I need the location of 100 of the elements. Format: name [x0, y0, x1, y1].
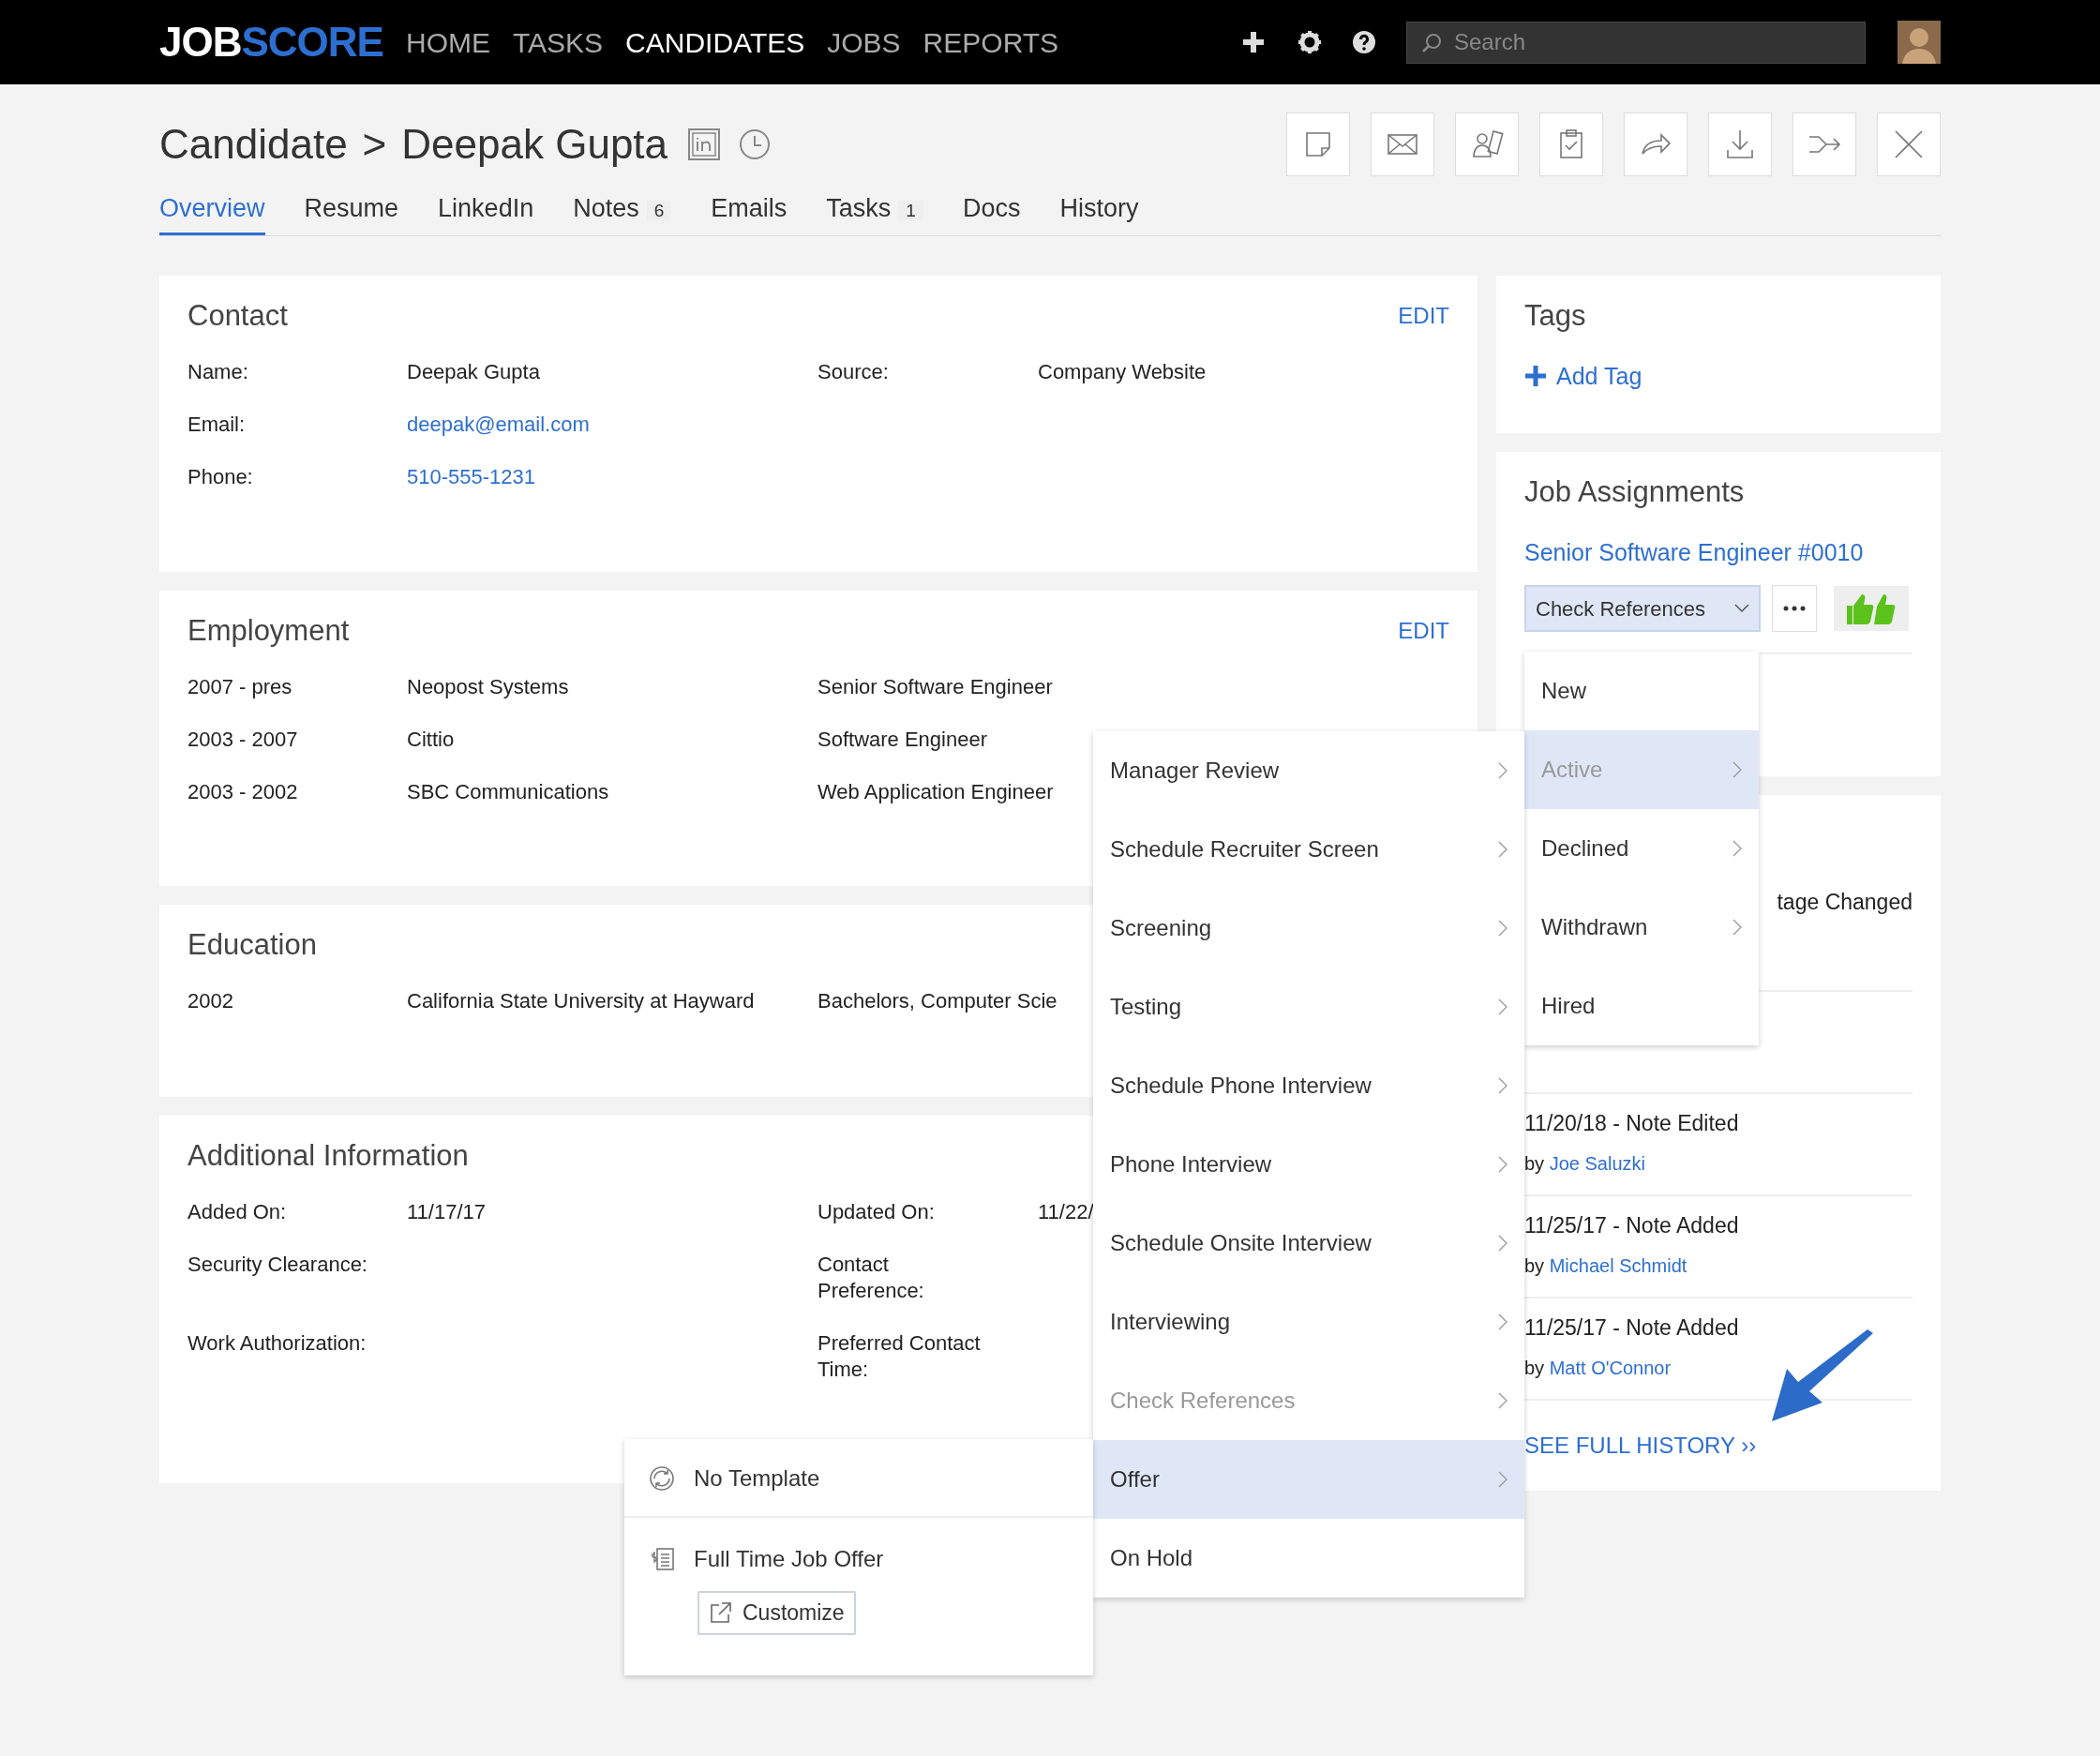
- search-field[interactable]: Search: [1406, 21, 1866, 64]
- field-label: Source:: [818, 358, 889, 385]
- menu-item[interactable]: Declined: [1524, 809, 1759, 888]
- menu-item[interactable]: Screening: [1093, 889, 1524, 968]
- menu-item[interactable]: No Template: [649, 1439, 1069, 1518]
- breadcrumb-link[interactable]: Candidate: [159, 113, 348, 175]
- table-cell: 2007 - pres: [188, 673, 292, 700]
- chevron-icon: [1498, 762, 1508, 779]
- field-label: Contact Preference:: [818, 1251, 925, 1304]
- tab[interactable]: Docs: [962, 188, 1021, 235]
- history-link[interactable]: SEE FULL HISTORY ››: [1524, 1429, 1757, 1463]
- more-icon: [1783, 606, 1806, 611]
- menu-item[interactable]: Withdrawn: [1524, 888, 1759, 967]
- history-title: 11/20/18 - Note Edited: [1524, 1110, 1740, 1137]
- action-button[interactable]: [1371, 113, 1434, 176]
- customize-button[interactable]: Customize: [698, 1591, 856, 1635]
- tab[interactable]: Overview: [159, 188, 265, 235]
- author-line: by Joe Saluzki: [1524, 1151, 1646, 1176]
- history-title: 11/25/17 - Note Added: [1524, 1314, 1740, 1342]
- section-title: Contact: [188, 298, 288, 334]
- search-icon: [1421, 32, 1442, 53]
- field-label: Name:: [188, 358, 248, 385]
- action-button[interactable]: [1286, 113, 1350, 176]
- menu-item[interactable]: New: [1524, 652, 1759, 730]
- tab[interactable]: LinkedIn: [438, 188, 534, 235]
- author-link[interactable]: Joe Saluzki: [1549, 1152, 1645, 1174]
- menu-item[interactable]: Interviewing: [1093, 1283, 1524, 1361]
- plus-icon: [1524, 365, 1547, 388]
- menu-item[interactable]: Schedule Onsite Interview: [1093, 1204, 1524, 1283]
- field-label: Security Clearance:: [188, 1251, 368, 1278]
- edit-link[interactable]: EDIT: [1398, 614, 1449, 649]
- menu-item[interactable]: On Hold: [1093, 1519, 1524, 1598]
- menu-item[interactable]: Schedule Recruiter Screen: [1093, 810, 1524, 889]
- nav-link[interactable]: CANDIDATES: [625, 21, 805, 64]
- author-line: by Matt O'Connor: [1524, 1356, 1672, 1380]
- section-title: Employment: [188, 613, 350, 649]
- chevron-icon: [1498, 1235, 1508, 1252]
- edit-link[interactable]: EDIT: [1398, 299, 1449, 334]
- author-line: by Michael Schmidt: [1524, 1253, 1688, 1278]
- table-cell: Cittio: [407, 726, 455, 753]
- action-button[interactable]: [1877, 113, 1941, 176]
- rating-button[interactable]: [1834, 586, 1909, 631]
- field-label: Added On:: [188, 1198, 287, 1225]
- table-cell: SBC Communications: [407, 778, 609, 805]
- chevron-icon: [1498, 1156, 1508, 1173]
- table-cell: Web Application Engineer: [818, 778, 1054, 805]
- field-link[interactable]: deepak@email.com: [407, 411, 590, 438]
- nav-link[interactable]: HOME: [405, 21, 490, 64]
- action-button[interactable]: [1708, 113, 1772, 176]
- menu-item[interactable]: Manager Review: [1093, 731, 1524, 810]
- chevron-icon: [1498, 1077, 1508, 1094]
- tab[interactable]: History: [1059, 188, 1139, 235]
- table-cell: Software Engineer: [818, 726, 987, 753]
- action-button[interactable]: [1539, 113, 1603, 176]
- chevron-icon: [1498, 920, 1508, 937]
- plus-icon: [1241, 30, 1266, 54]
- tab[interactable]: Emails: [711, 188, 788, 235]
- menu-item[interactable]: Testing: [1093, 968, 1524, 1046]
- nav-link[interactable]: REPORTS: [922, 21, 1059, 64]
- tab[interactable]: Resume: [304, 188, 399, 235]
- nav-link[interactable]: TASKS: [512, 21, 604, 64]
- field-link[interactable]: 510-555-1231: [407, 463, 535, 490]
- menu-item[interactable]: Offer: [1093, 1440, 1524, 1519]
- chevron-icon: [1498, 1313, 1508, 1330]
- help-icon: [1352, 30, 1376, 54]
- breadcrumb-separator: >: [362, 120, 387, 169]
- menu-item[interactable]: Full Time Job Offer: [649, 1542, 1069, 1576]
- cycle-icon: [649, 1465, 675, 1492]
- menu-item[interactable]: Hired: [1524, 967, 1759, 1045]
- field-value: 11/22/: [1038, 1198, 1094, 1225]
- nav-link[interactable]: JOBS: [827, 21, 901, 64]
- job-link[interactable]: Senior Software Engineer #0010: [1524, 534, 1912, 570]
- field-value: 11/17/17: [407, 1198, 486, 1225]
- chevron-icon: [1732, 840, 1742, 857]
- action-button[interactable]: [1792, 113, 1856, 176]
- menu-item[interactable]: Phone Interview: [1093, 1125, 1524, 1204]
- add-tag-link[interactable]: Add Tag: [1524, 358, 1912, 394]
- action-button[interactable]: [1624, 113, 1688, 176]
- author-link[interactable]: Michael Schmidt: [1549, 1254, 1688, 1276]
- linkedin-icon: [688, 128, 721, 160]
- action-button[interactable]: [1455, 113, 1519, 176]
- chevron-icon: [1732, 919, 1742, 936]
- more-button[interactable]: [1772, 585, 1817, 632]
- author-link[interactable]: Matt O'Connor: [1549, 1357, 1672, 1378]
- menu-item[interactable]: Schedule Phone Interview: [1093, 1046, 1524, 1125]
- stage-dropdown[interactable]: Check References: [1524, 585, 1761, 632]
- logo[interactable]: JOBSCORE: [159, 11, 383, 73]
- tab[interactable]: Notes 6: [573, 188, 672, 235]
- candidate-name: Deepak Gupta: [401, 120, 668, 169]
- tab[interactable]: Tasks 1: [826, 188, 923, 235]
- field-label: Phone:: [188, 463, 253, 490]
- section-title: Job Assignments: [1524, 474, 1745, 510]
- avatar-icon: [1898, 21, 1941, 64]
- section-title: Tags: [1524, 298, 1586, 334]
- table-cell: Bachelors, Computer Scie: [818, 987, 1058, 1014]
- document-icon: [649, 1546, 675, 1572]
- history-title: tage Changed: [1777, 888, 1912, 916]
- table-cell: Senior Software Engineer: [818, 673, 1053, 700]
- field-value: Deepak Gupta: [407, 358, 540, 385]
- field-label: Preferred Contact Time:: [818, 1329, 982, 1383]
